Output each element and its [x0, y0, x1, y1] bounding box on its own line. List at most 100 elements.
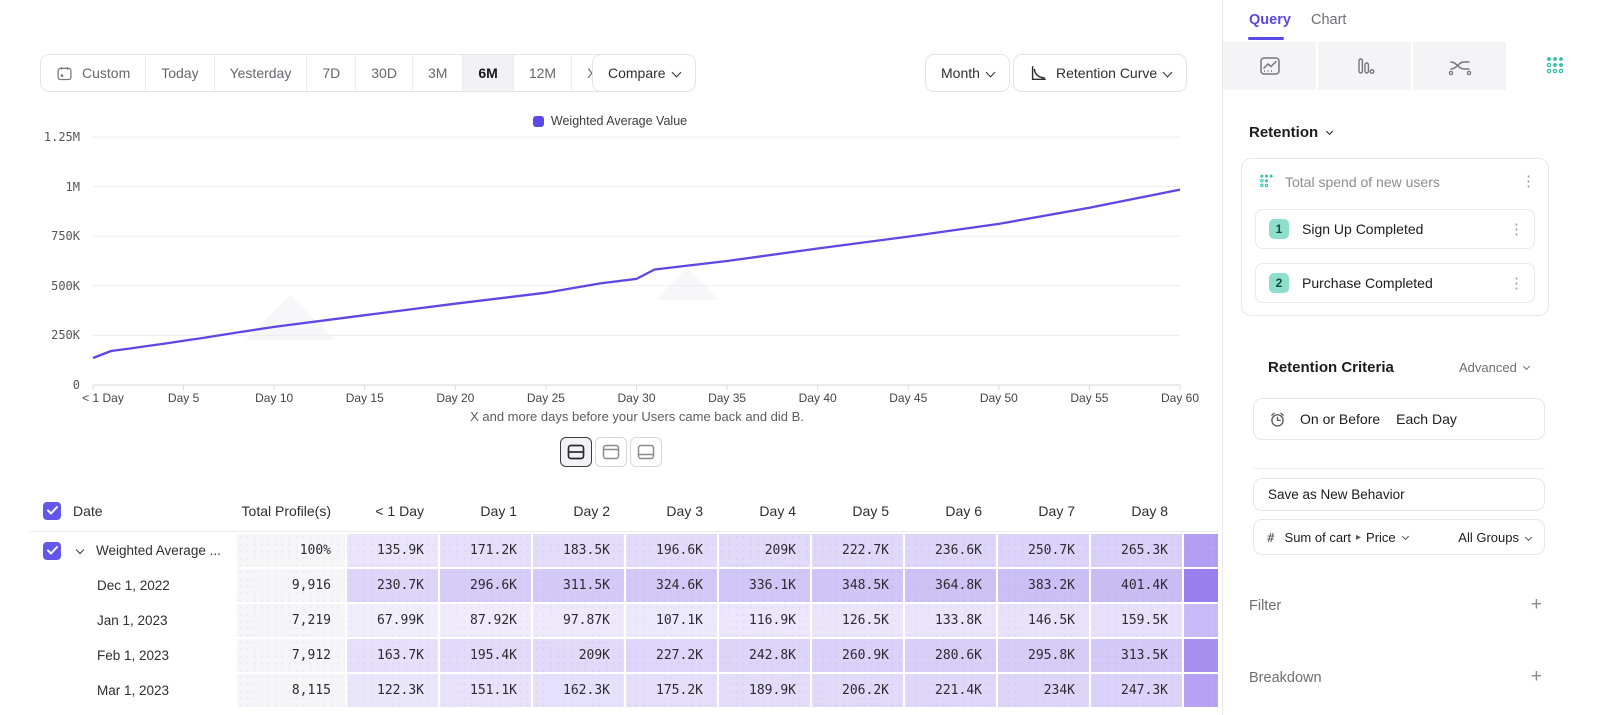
- timing-label: On or Before: [1300, 411, 1380, 427]
- row-label: Jan 1, 2023: [97, 613, 168, 628]
- select-all-checkbox[interactable]: [43, 502, 61, 520]
- header-day-cell: Day 8: [1091, 490, 1182, 531]
- measure-sub-property: Price: [1366, 530, 1396, 545]
- x-axis-tick-label: Day 50: [980, 391, 1018, 405]
- filter-section-label: Filter: [1249, 598, 1281, 614]
- range-12m[interactable]: 12M: [514, 55, 572, 91]
- row-total-cell: 100%: [237, 534, 345, 567]
- row-total-cell: 9,916: [237, 569, 345, 602]
- retention-timing-row[interactable]: On or Before Each Day: [1253, 398, 1545, 440]
- behavior-title: Total spend of new users: [1285, 174, 1511, 190]
- range-3m[interactable]: 3M: [413, 55, 463, 91]
- retention-value-cell: 324.6K: [626, 569, 717, 602]
- chart-type-switcher: [1223, 42, 1600, 90]
- x-axis-tick-label: Day 15: [346, 391, 384, 405]
- row-label: Weighted Average ...: [96, 543, 221, 558]
- tab-query[interactable]: Query: [1249, 12, 1291, 28]
- row-label: Feb 1, 2023: [97, 648, 169, 663]
- flows-chart-icon[interactable]: [1413, 42, 1506, 90]
- retention-value-cell: 126.5K: [812, 604, 903, 637]
- row-label-cell: Weighted Average ...: [30, 534, 235, 567]
- chart-legend: Weighted Average Value: [0, 114, 1220, 128]
- groups-dropdown[interactable]: All Groups: [1458, 530, 1531, 545]
- measure-row[interactable]: # Sum of cart ▸ Price All Groups: [1253, 519, 1545, 555]
- range-6m[interactable]: 6M: [463, 55, 513, 91]
- breakdown-section-label: Breakdown: [1249, 670, 1322, 686]
- granularity-label: Month: [941, 65, 980, 81]
- retention-value-cell: 383.2K: [998, 569, 1089, 602]
- split-view-toggle[interactable]: [560, 437, 592, 467]
- range-today[interactable]: Today: [146, 55, 214, 91]
- retention-value-cell: 146.5K: [998, 604, 1089, 637]
- x-axis-tick-label: < 1 Day: [82, 391, 124, 405]
- row-expand-chevron-icon[interactable]: [76, 545, 84, 553]
- query-sidebar: Query Chart Retention: [1222, 0, 1600, 715]
- x-axis-tick-label: Day 5: [168, 391, 199, 405]
- chart-type-button[interactable]: Retention Curve: [1013, 54, 1187, 92]
- granularity-button[interactable]: Month: [925, 54, 1010, 92]
- chart-view-toggle[interactable]: [595, 437, 627, 467]
- insights-chart-icon[interactable]: [1223, 42, 1316, 90]
- add-filter-button[interactable]: +: [1531, 594, 1542, 616]
- retention-value-cell: 151.1K: [440, 674, 531, 707]
- event-number-badge: 1: [1269, 219, 1289, 239]
- chevron-down-icon: [671, 67, 681, 77]
- event-row-2[interactable]: 2 Purchase Completed ⋮: [1255, 263, 1535, 303]
- table-row: Mar 1, 20238,115122.3K151.1K162.3K175.2K…: [30, 674, 1218, 707]
- retention-value-cell: 260.9K: [812, 639, 903, 672]
- watermark-triangle: [655, 268, 719, 300]
- range-label: 7D: [322, 65, 340, 81]
- breadcrumb-arrow-icon: ▸: [1356, 532, 1361, 543]
- clipped-day9-cell: [1184, 534, 1218, 567]
- y-axis-tick-label: 750K: [28, 229, 80, 243]
- row-total-cell: 7,912: [237, 639, 345, 672]
- range-custom[interactable]: Custom: [41, 55, 146, 91]
- advanced-dropdown[interactable]: Advanced: [1459, 360, 1529, 375]
- x-axis-tick-label: Day 25: [527, 391, 565, 405]
- header-date-cell: Date: [30, 490, 235, 531]
- save-behavior-label: Save as New Behavior: [1268, 487, 1405, 502]
- kebab-menu-icon[interactable]: ⋮: [1509, 222, 1524, 237]
- retention-value-cell: 162.3K: [533, 674, 624, 707]
- x-axis-tick-label: Day 60: [1161, 391, 1199, 405]
- retention-value-cell: 221.4K: [905, 674, 996, 707]
- retention-value-cell: 311.5K: [533, 569, 624, 602]
- row-checkbox[interactable]: [43, 542, 61, 560]
- retention-value-cell: 313.5K: [1091, 639, 1182, 672]
- table-row: Feb 1, 20237,912163.7K195.4K209K227.2K24…: [30, 639, 1218, 672]
- report-type-label: Retention: [1249, 124, 1318, 141]
- legend-swatch: [533, 116, 544, 127]
- retention-value-cell: 265.3K: [1091, 534, 1182, 567]
- retention-value-cell: 348.5K: [812, 569, 903, 602]
- retention-value-cell: 175.2K: [626, 674, 717, 707]
- retention-report-page: CustomTodayYesterday7D30D3M6M12MXTD Comp…: [0, 0, 1600, 715]
- range-30d[interactable]: 30D: [356, 55, 413, 91]
- compare-button[interactable]: Compare: [592, 54, 696, 92]
- row-label-cell: Dec 1, 2022: [30, 569, 235, 602]
- bar-chart-icon[interactable]: [1318, 42, 1411, 90]
- event-row-1[interactable]: 1 Sign Up Completed ⋮: [1255, 209, 1535, 249]
- tab-chart[interactable]: Chart: [1311, 12, 1346, 28]
- y-axis-tick-label: 250K: [28, 328, 80, 342]
- retention-chart-icon[interactable]: [1508, 42, 1600, 90]
- kebab-menu-icon[interactable]: ⋮: [1509, 276, 1524, 291]
- retention-value-cell: 209K: [719, 534, 810, 567]
- header-day-cell: Day 1: [440, 490, 531, 531]
- retention-value-cell: 236.6K: [905, 534, 996, 567]
- row-label-cell: Mar 1, 2023: [30, 674, 235, 707]
- table-view-toggle[interactable]: [630, 437, 662, 467]
- x-axis-tick-label: Day 35: [708, 391, 746, 405]
- chevron-down-icon: [1326, 128, 1333, 135]
- range-yesterday[interactable]: Yesterday: [215, 55, 308, 91]
- report-type-heading[interactable]: Retention: [1249, 124, 1332, 141]
- row-label: Mar 1, 2023: [97, 683, 169, 698]
- add-breakdown-button[interactable]: +: [1531, 666, 1542, 688]
- event-name: Sign Up Completed: [1302, 221, 1509, 237]
- kebab-menu-icon[interactable]: ⋮: [1521, 174, 1536, 189]
- header-date-label: Date: [73, 503, 103, 519]
- retention-value-cell: 159.5K: [1091, 604, 1182, 637]
- retention-value-cell: 116.9K: [719, 604, 810, 637]
- save-behavior-button[interactable]: Save as New Behavior: [1253, 478, 1545, 511]
- range-7d[interactable]: 7D: [307, 55, 356, 91]
- x-axis-tick-label: Day 30: [617, 391, 655, 405]
